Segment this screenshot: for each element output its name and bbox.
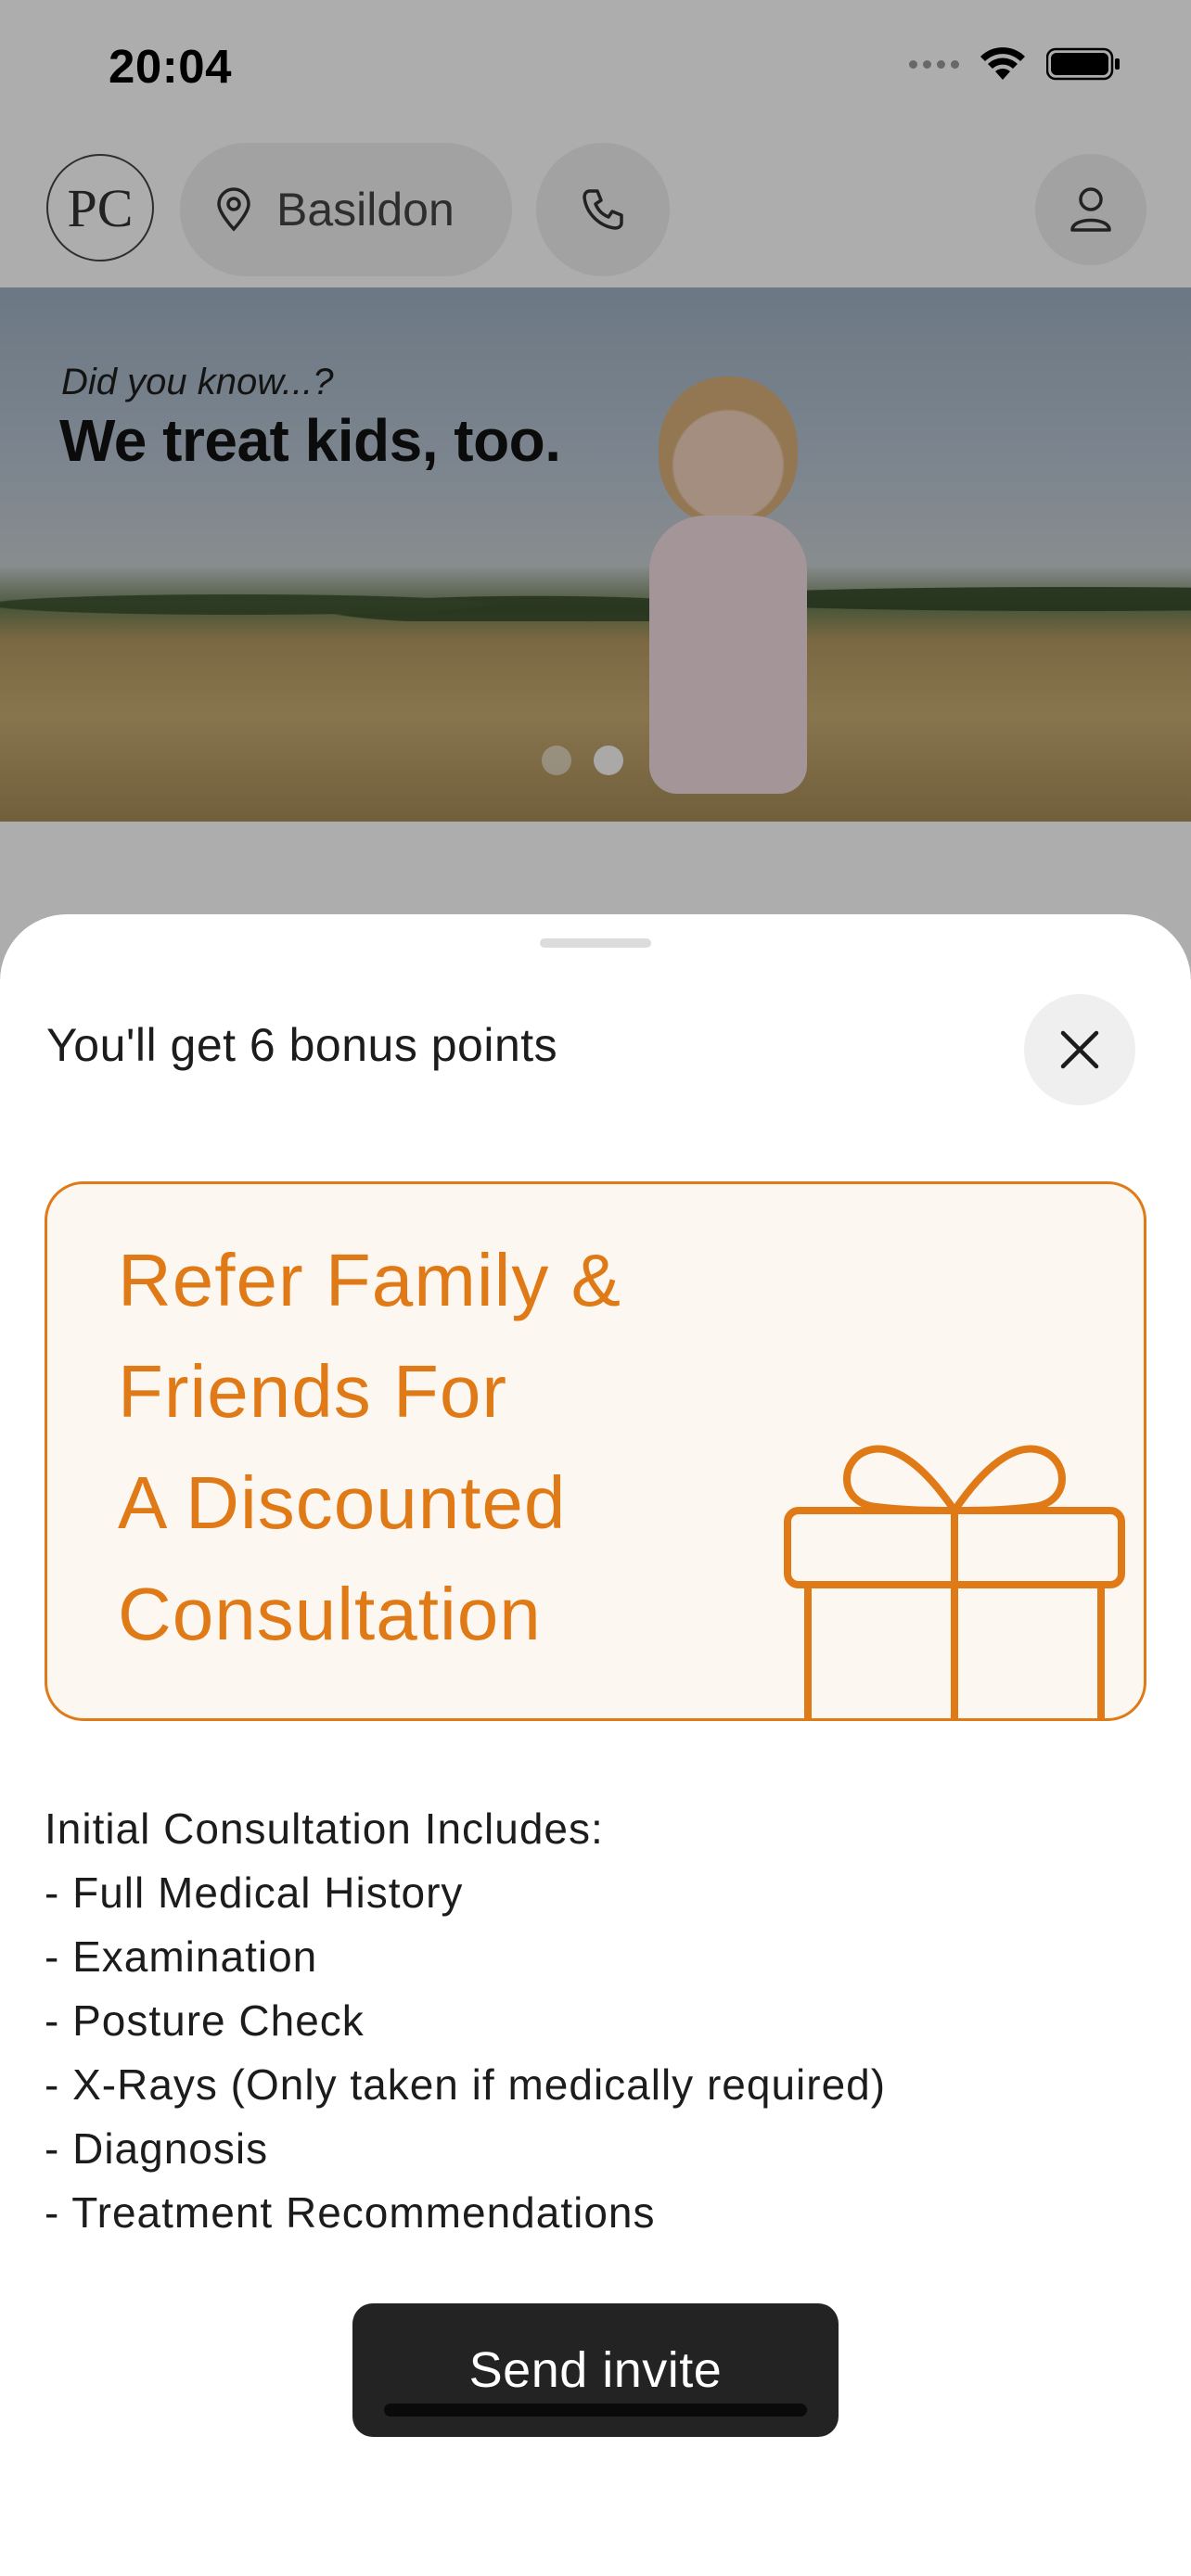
includes-item: - Examination [45, 1932, 318, 1981]
includes-item: - X-Rays (Only taken if medically requir… [45, 2060, 887, 2109]
includes-item: - Diagnosis [45, 2124, 269, 2173]
close-icon [1060, 1030, 1099, 1069]
sheet-title: You'll get 6 bonus points [46, 1019, 558, 1071]
sheet-grabber[interactable] [540, 938, 651, 948]
send-invite-button[interactable]: Send invite [352, 2303, 839, 2437]
referral-promo-card: Refer Family & Friends For A Discounted … [45, 1181, 1146, 1721]
promo-line: A Discounted [118, 1461, 567, 1544]
promo-line: Friends For [118, 1350, 507, 1433]
includes-heading: Initial Consultation Includes: [45, 1804, 604, 1853]
includes-item: - Posture Check [45, 1996, 365, 2045]
includes-item: - Treatment Recommendations [45, 2188, 656, 2237]
includes-item: - Full Medical History [45, 1868, 464, 1917]
gift-icon [784, 1445, 1125, 1718]
home-indicator[interactable] [384, 2404, 807, 2417]
promo-line: Consultation [118, 1573, 542, 1655]
close-button[interactable] [1024, 994, 1135, 1105]
promo-line: Refer Family & [118, 1239, 621, 1321]
referral-sheet: You'll get 6 bonus points Refer Family &… [0, 914, 1191, 2576]
consultation-includes: Initial Consultation Includes: - Full Me… [45, 1797, 886, 2245]
